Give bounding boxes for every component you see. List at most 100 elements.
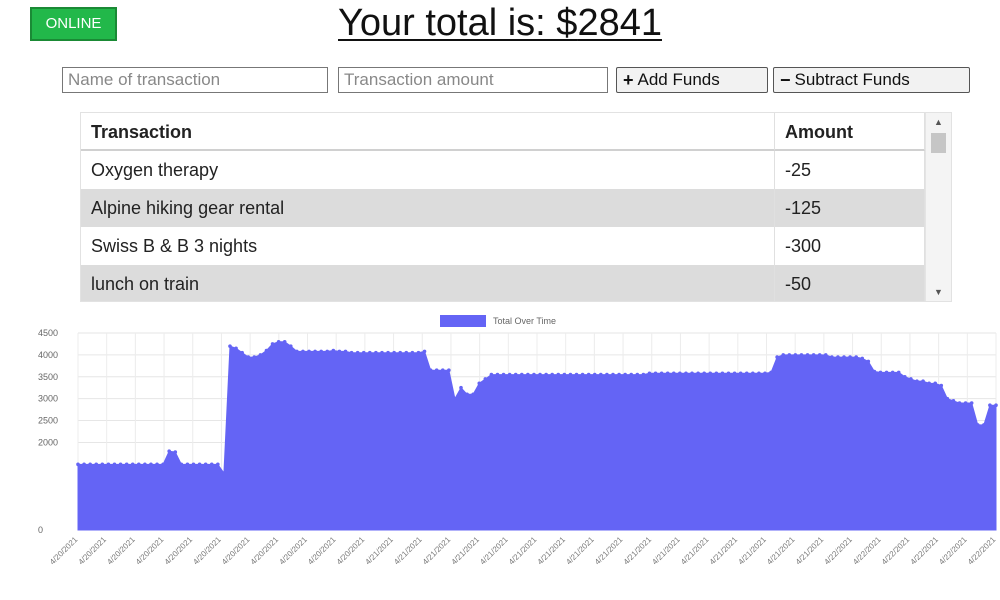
data-point <box>842 355 846 359</box>
header-transaction: Transaction <box>81 113 775 151</box>
x-tick-label: 4/20/2021 <box>191 535 223 567</box>
data-point <box>398 350 403 355</box>
data-point <box>282 339 287 344</box>
subtract-funds-label: Subtract Funds <box>794 70 910 89</box>
data-point <box>270 342 275 346</box>
data-point <box>428 368 433 373</box>
data-point <box>155 462 159 467</box>
y-tick-label: 4000 <box>38 350 58 360</box>
x-tick-label: 4/21/2021 <box>736 535 768 567</box>
data-point <box>252 355 257 359</box>
data-point <box>143 462 147 467</box>
data-point <box>951 399 956 403</box>
x-tick-label: 4/21/2021 <box>708 535 740 567</box>
data-point <box>878 370 883 375</box>
x-tick-label: 4/20/2021 <box>335 535 367 567</box>
data-point <box>276 339 281 344</box>
data-point <box>118 462 123 467</box>
x-tick-label: 4/21/2021 <box>421 535 453 567</box>
data-point <box>817 353 822 357</box>
x-tick-label: 4/21/2021 <box>564 535 596 567</box>
transaction-amount-input[interactable] <box>338 67 608 93</box>
data-point <box>805 353 810 357</box>
data-point <box>890 370 895 375</box>
transaction-amount-cell: -125 <box>775 189 925 227</box>
x-tick-label: 4/21/2021 <box>622 535 654 567</box>
add-funds-button[interactable]: + Add Funds <box>616 67 768 93</box>
data-point <box>647 371 652 376</box>
data-point <box>422 349 427 354</box>
data-point <box>963 401 968 405</box>
data-point <box>453 396 457 401</box>
data-point <box>714 371 719 376</box>
data-point <box>738 371 743 376</box>
data-point <box>775 355 779 359</box>
data-point <box>641 372 646 377</box>
data-point <box>203 462 208 467</box>
data-point <box>836 355 840 359</box>
page-title: Your total is: $2841 <box>0 0 1000 46</box>
data-point <box>361 350 366 355</box>
table-row: Alpine hiking gear rental -125 <box>81 189 925 227</box>
x-tick-label: 4/21/2021 <box>450 535 482 567</box>
x-tick-label: 4/22/2021 <box>909 535 941 567</box>
data-point <box>349 350 354 355</box>
data-point <box>161 462 165 467</box>
data-point <box>258 353 263 357</box>
total-over-time-chart: 02000250030003500400045004/20/20214/20/2… <box>38 315 998 567</box>
transaction-amount-cell: -50 <box>775 265 925 301</box>
data-point <box>191 462 196 467</box>
data-point <box>696 371 700 376</box>
y-tick-label: 3500 <box>38 372 58 382</box>
data-point <box>823 353 828 357</box>
data-point <box>848 355 852 359</box>
data-point <box>969 401 974 405</box>
data-point <box>726 371 731 376</box>
x-tick-label: 4/21/2021 <box>507 535 539 567</box>
data-point <box>690 371 694 376</box>
data-point <box>708 371 713 376</box>
total-value: 2841 <box>577 2 662 44</box>
data-point <box>264 348 269 353</box>
data-point <box>447 368 451 373</box>
x-tick-label: 4/20/2021 <box>105 535 137 567</box>
data-point <box>465 392 469 397</box>
data-point <box>909 377 913 381</box>
data-point <box>988 403 992 408</box>
table-scrollbar[interactable]: ▲ ▼ <box>925 113 951 301</box>
y-tick-label: 0 <box>38 525 43 535</box>
x-tick-label: 4/21/2021 <box>363 535 395 567</box>
data-point <box>921 379 925 383</box>
data-point <box>471 392 475 397</box>
data-point <box>434 368 439 373</box>
data-point <box>216 462 220 467</box>
data-point <box>301 349 305 354</box>
transaction-amount-cell: -25 <box>775 151 925 189</box>
scroll-up-icon[interactable]: ▲ <box>926 115 951 129</box>
data-point <box>574 372 579 377</box>
subtract-funds-button[interactable]: − Subtract Funds <box>773 67 970 93</box>
scroll-down-icon[interactable]: ▼ <box>926 285 951 299</box>
data-point <box>884 370 889 375</box>
data-point <box>793 353 798 357</box>
data-point <box>617 372 621 377</box>
transactions-table: Transaction Amount Oxygen therapy -25 Al… <box>80 112 952 302</box>
data-point <box>501 372 506 377</box>
transaction-name-input[interactable] <box>62 67 328 93</box>
data-point <box>100 462 105 467</box>
data-point <box>671 371 676 376</box>
data-point <box>915 379 919 383</box>
data-point <box>763 371 767 376</box>
x-tick-label: 4/22/2021 <box>822 535 854 567</box>
data-point <box>556 372 561 377</box>
x-tick-label: 4/20/2021 <box>134 535 166 567</box>
data-point <box>130 462 135 467</box>
data-point <box>374 350 378 355</box>
data-point <box>136 462 141 467</box>
x-tick-label: 4/22/2021 <box>966 535 998 567</box>
scroll-thumb[interactable] <box>931 133 946 153</box>
data-point <box>246 355 251 359</box>
data-point <box>483 377 488 381</box>
data-point <box>629 372 634 377</box>
table-header-row: Transaction Amount <box>81 113 925 151</box>
